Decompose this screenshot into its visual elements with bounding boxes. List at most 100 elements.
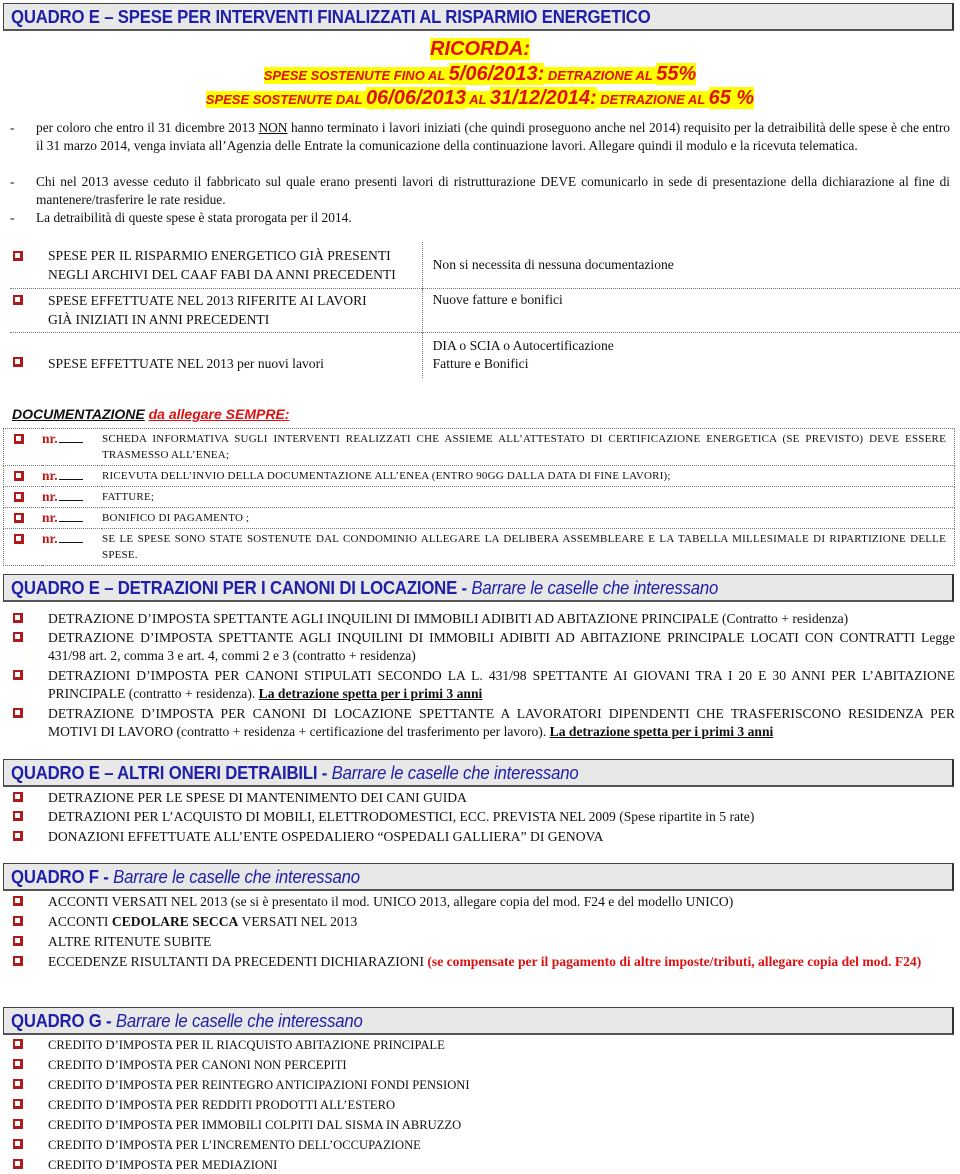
doc-row: nr. RICEVUTA DELL’INVIO DELLA DOCUMENTAZ… xyxy=(3,465,955,487)
note-text: per coloro che entro il 31 dicembre 2013 xyxy=(36,120,259,135)
nr-input[interactable] xyxy=(58,521,83,522)
spese-label: SPESE PER IL RISPARMIO ENERGETICO GIÀ PR… xyxy=(48,247,391,263)
item-text: DETRAZIONE D’IMPOSTA SPETTANTE AGLI INQU… xyxy=(48,630,955,663)
nr-label: nr. xyxy=(42,510,58,525)
item-text: DETRAZIONI D’IMPOSTA PER CANONI STIPULAT… xyxy=(48,668,955,701)
item-bold: CEDOLARE SECCA xyxy=(111,914,239,929)
nr-label: nr. xyxy=(42,468,58,483)
checkbox[interactable] xyxy=(14,471,24,481)
item-text: CREDITO D’IMPOSTA PER MEDIAZIONI xyxy=(48,1158,278,1172)
checkbox[interactable] xyxy=(13,251,23,261)
ricorda-text: RICORDA: xyxy=(430,38,530,60)
nr-input[interactable] xyxy=(58,479,83,480)
checkbox[interactable] xyxy=(13,1079,23,1089)
quadro-g-item: CREDITO D’IMPOSTA PER L’INCREMENTO DELL’… xyxy=(10,1136,955,1154)
spese-doc: Non si necessita di nessuna documentazio… xyxy=(432,256,674,272)
note-text: Chi nel 2013 avesse ceduto il fabbricato… xyxy=(36,174,950,207)
ricorda-text: AL xyxy=(466,92,490,107)
checkbox[interactable] xyxy=(13,916,23,926)
spese-doc: Fatture e Bonifici xyxy=(432,355,529,371)
nr-input[interactable] xyxy=(58,500,83,501)
quadro-g-item: CREDITO D’IMPOSTA PER IMMOBILI COLPITI D… xyxy=(10,1116,955,1134)
item-warning: (se compensate per il pagamento di altre… xyxy=(427,954,922,969)
section-title: QUADRO E – DETRAZIONI PER I CANONI DI LO… xyxy=(11,578,472,598)
item-text: CREDITO D’IMPOSTA PER REDDITI PRODOTTI A… xyxy=(48,1098,396,1112)
checkbox[interactable] xyxy=(14,534,24,544)
quadro-g-item: CREDITO D’IMPOSTA PER MEDIAZIONI xyxy=(10,1156,955,1174)
checkbox[interactable] xyxy=(13,1099,23,1109)
doc-item-text: FATTURE; xyxy=(102,486,955,508)
altri-item: DETRAZIONE PER LE SPESE DI MANTENIMENTO … xyxy=(10,789,955,807)
quadro-f-item: ALTRE RITENUTE SUBITE xyxy=(10,933,955,951)
doc-row: nr. BONIFICO DI PAGAMENTO ; xyxy=(3,507,955,529)
locazione-item: DETRAZIONE D’IMPOSTA SPETTANTE AGLI INQU… xyxy=(10,629,955,665)
section-header-altri-oneri: QUADRO E – ALTRI ONERI DETRAIBILI - Barr… xyxy=(3,759,954,787)
checkbox[interactable] xyxy=(13,936,23,946)
section-title: QUADRO E – ALTRI ONERI DETRAIBILI - xyxy=(11,763,332,783)
section-header-locazione: QUADRO E – DETRAZIONI PER I CANONI DI LO… xyxy=(3,574,954,602)
section-title: QUADRO G - xyxy=(11,1011,116,1031)
doc-title-sub: da allegare SEMPRE xyxy=(148,406,285,422)
doc-item-text: RICEVUTA DELL’INVIO DELLA DOCUMENTAZIONE… xyxy=(102,465,955,487)
checkbox[interactable] xyxy=(14,513,24,523)
ricorda-date: 5/06/2013: xyxy=(448,63,545,85)
checkbox[interactable] xyxy=(13,1119,23,1129)
item-text: DETRAZIONI PER L’ACQUISTO DI MOBILI, ELE… xyxy=(48,809,755,824)
item-emphasis: La detrazione spetta per i primi 3 anni xyxy=(258,686,483,701)
spese-label: NEGLI ARCHIVI DEL CAAF FABI DA ANNI PREC… xyxy=(48,266,396,282)
checkbox[interactable] xyxy=(13,811,23,821)
ricorda-text: SPESE SOSTENUTE FINO AL xyxy=(263,68,449,83)
checkbox[interactable] xyxy=(13,792,23,802)
documentazione-title: DOCUMENTAZIONE da allegare SEMPRE: xyxy=(12,406,289,422)
checkbox[interactable] xyxy=(13,294,23,305)
checkbox[interactable] xyxy=(13,1159,23,1169)
checkbox[interactable] xyxy=(13,831,23,841)
documentazione-table: nr. SCHEDA INFORMATIVA SUGLI INTERVENTI … xyxy=(3,428,955,566)
checkbox[interactable] xyxy=(13,1059,23,1069)
quadro-f-item: ACCONTI CEDOLARE SECCA VERSATI NEL 2013 xyxy=(10,913,955,931)
note-text: La detraibilità di queste spese è stata … xyxy=(36,210,352,225)
doc-item-text: SE LE SPESE SONO STATE SOSTENUTE DAL CON… xyxy=(102,528,955,566)
ricorda-text: DETRAZIONE AL xyxy=(596,92,709,107)
note-emphasis: NON xyxy=(258,120,288,135)
checkbox[interactable] xyxy=(13,1039,23,1049)
item-emphasis: La detrazione spetta per i primi 3 anni xyxy=(549,724,774,739)
nr-label: nr. xyxy=(42,531,58,546)
quadro-g-item: CREDITO D’IMPOSTA PER REINTEGRO ANTICIPA… xyxy=(10,1076,955,1094)
section-header-quadro-f: QUADRO F - Barrare le caselle che intere… xyxy=(3,863,954,891)
section-subtitle: Barrare le caselle che interessano xyxy=(331,763,579,783)
dash-bullet: - xyxy=(10,120,15,135)
locazione-item: DETRAZIONE D’IMPOSTA SPETTANTE AGLI INQU… xyxy=(10,610,955,628)
checkbox[interactable] xyxy=(13,632,23,642)
checkbox[interactable] xyxy=(13,670,23,680)
quadro-g-item: CREDITO D’IMPOSTA PER IL RIACQUISTO ABIT… xyxy=(10,1036,955,1054)
doc-row: nr. FATTURE; xyxy=(3,486,955,508)
checkbox[interactable] xyxy=(13,708,23,718)
doc-title-main: DOCUMENTAZIONE xyxy=(12,406,145,422)
item-text: DONAZIONI EFFETTUATE ALL’ENTE OSPEDALIER… xyxy=(48,829,604,844)
ricorda-line-2: SPESE SOSTENUTE DAL 06/06/2013 AL 31/12/… xyxy=(0,87,960,110)
checkbox[interactable] xyxy=(13,613,23,623)
item-text: ACCONTI VERSATI NEL 2013 (se si è presen… xyxy=(48,894,734,909)
checkbox[interactable] xyxy=(13,896,23,906)
spese-doc: Nuove fatture e bonifici xyxy=(432,291,563,307)
spese-row: SPESE EFFETTUATE NEL 2013 per nuovi lavo… xyxy=(10,331,960,378)
section-title: QUADRO E – SPESE PER INTERVENTI FINALIZZ… xyxy=(11,7,651,27)
checkbox[interactable] xyxy=(14,434,24,444)
checkbox[interactable] xyxy=(14,492,24,502)
checkbox[interactable] xyxy=(13,1139,23,1149)
nr-input[interactable] xyxy=(58,442,83,443)
checkbox[interactable] xyxy=(13,956,23,966)
dash-bullet: - xyxy=(10,210,15,225)
nr-input[interactable] xyxy=(58,542,83,543)
section-subtitle: Barrare le caselle che interessano xyxy=(113,867,360,887)
locazione-item: DETRAZIONE D’IMPOSTA PER CANONI DI LOCAZ… xyxy=(10,705,955,741)
doc-row: nr. SCHEDA INFORMATIVA SUGLI INTERVENTI … xyxy=(3,428,955,466)
item-text: CREDITO D’IMPOSTA PER CANONI NON PERCEPI… xyxy=(48,1058,347,1072)
checkbox[interactable] xyxy=(13,356,23,367)
spese-label: GIÀ INIZIATI IN ANNI PRECEDENTI xyxy=(48,312,270,327)
ricorda-percent: 55% xyxy=(656,63,697,85)
ricorda-date: 31/12/2014: xyxy=(489,87,597,109)
spese-label: SPESE EFFETTUATE NEL 2013 RIFERITE AI LA… xyxy=(48,293,367,308)
ricorda-percent: 65 % xyxy=(708,87,755,109)
